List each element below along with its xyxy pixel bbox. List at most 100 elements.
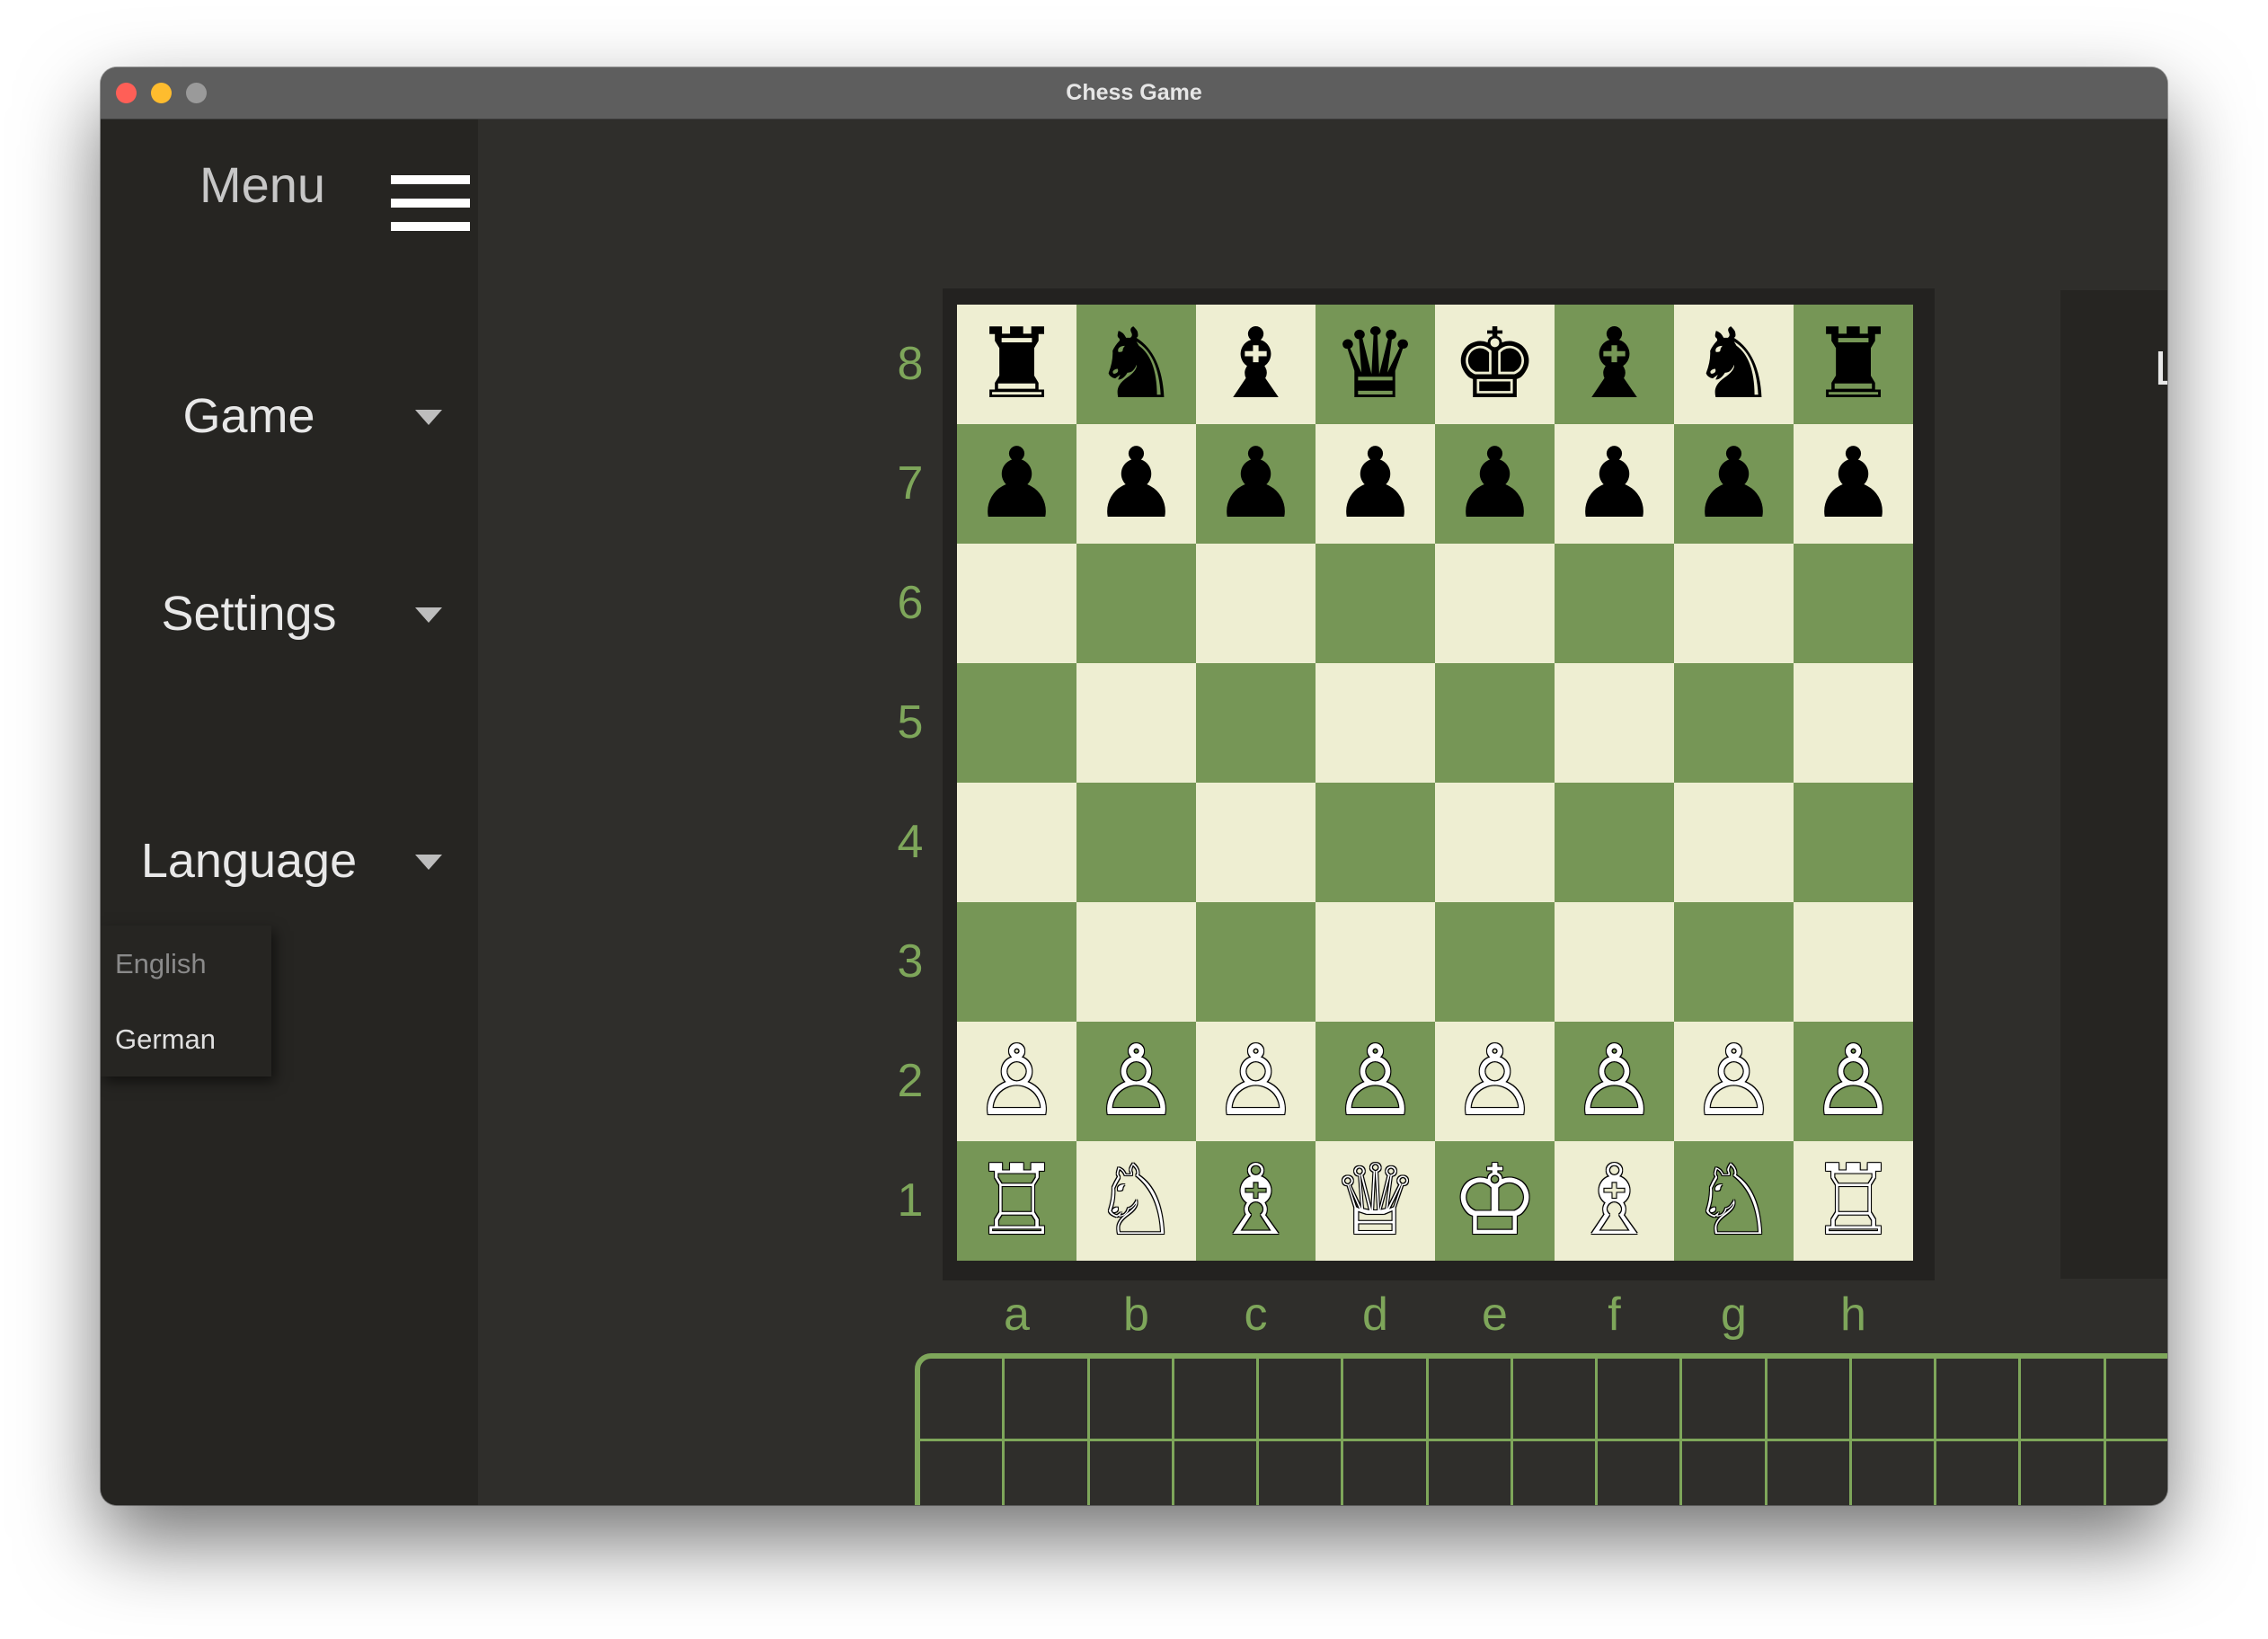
language-option-german[interactable]: German [115,1017,216,1062]
white-rook-icon[interactable]: ♖ [1810,1152,1897,1250]
square-g2[interactable]: ♙ [1674,1022,1794,1141]
hamburger-menu-icon[interactable] [391,175,470,244]
square-b5[interactable] [1076,663,1196,783]
square-a4[interactable] [957,783,1076,902]
black-pawn-icon[interactable]: ♟ [973,435,1060,533]
black-pawn-icon[interactable]: ♟ [1332,435,1419,533]
black-bishop-icon[interactable]: ♝ [1571,315,1658,413]
square-c3[interactable] [1196,902,1316,1022]
black-pawn-icon[interactable]: ♟ [1810,435,1897,533]
white-pawn-icon[interactable]: ♙ [1451,1032,1538,1130]
white-bishop-icon[interactable]: ♗ [1212,1152,1299,1250]
sidebar-item-language[interactable]: Language [101,820,478,901]
square-d5[interactable] [1316,663,1435,783]
sidebar-item-game[interactable]: Game [101,376,478,456]
black-queen-icon[interactable]: ♛ [1332,315,1419,413]
black-bishop-icon[interactable]: ♝ [1212,315,1299,413]
square-c6[interactable] [1196,544,1316,663]
square-h6[interactable] [1794,544,1913,663]
square-e4[interactable] [1435,783,1555,902]
square-d2[interactable]: ♙ [1316,1022,1435,1141]
square-c8[interactable]: ♝ [1196,305,1316,424]
white-pawn-icon[interactable]: ♙ [1571,1032,1658,1130]
square-b1[interactable]: ♘ [1076,1141,1196,1261]
square-c7[interactable]: ♟ [1196,424,1316,544]
square-b7[interactable]: ♟ [1076,424,1196,544]
square-f8[interactable]: ♝ [1555,305,1674,424]
square-h2[interactable]: ♙ [1794,1022,1913,1141]
square-d1[interactable]: ♕ [1316,1141,1435,1261]
square-b2[interactable]: ♙ [1076,1022,1196,1141]
white-pawn-icon[interactable]: ♙ [1332,1032,1419,1130]
square-c4[interactable] [1196,783,1316,902]
square-f7[interactable]: ♟ [1555,424,1674,544]
square-b8[interactable]: ♞ [1076,305,1196,424]
square-h5[interactable] [1794,663,1913,783]
square-g5[interactable] [1674,663,1794,783]
square-f5[interactable] [1555,663,1674,783]
black-knight-icon[interactable]: ♞ [1093,315,1180,413]
black-pawn-icon[interactable]: ♟ [1451,435,1538,533]
square-a2[interactable]: ♙ [957,1022,1076,1141]
white-king-icon[interactable]: ♔ [1451,1152,1538,1250]
square-e1[interactable]: ♔ [1435,1141,1555,1261]
square-c5[interactable] [1196,663,1316,783]
white-pawn-icon[interactable]: ♙ [1212,1032,1299,1130]
square-g3[interactable] [1674,902,1794,1022]
square-d7[interactable]: ♟ [1316,424,1435,544]
square-c1[interactable]: ♗ [1196,1141,1316,1261]
square-g1[interactable]: ♘ [1674,1141,1794,1261]
white-pawn-icon[interactable]: ♙ [1690,1032,1777,1130]
square-a7[interactable]: ♟ [957,424,1076,544]
white-pawn-icon[interactable]: ♙ [1093,1032,1180,1130]
black-knight-icon[interactable]: ♞ [1690,315,1777,413]
black-king-icon[interactable]: ♚ [1451,315,1538,413]
square-d8[interactable]: ♛ [1316,305,1435,424]
square-g6[interactable] [1674,544,1794,663]
square-b4[interactable] [1076,783,1196,902]
white-bishop-icon[interactable]: ♗ [1571,1152,1658,1250]
square-g8[interactable]: ♞ [1674,305,1794,424]
black-pawn-icon[interactable]: ♟ [1212,435,1299,533]
square-f2[interactable]: ♙ [1555,1022,1674,1141]
square-e5[interactable] [1435,663,1555,783]
square-c2[interactable]: ♙ [1196,1022,1316,1141]
square-e2[interactable]: ♙ [1435,1022,1555,1141]
square-e3[interactable] [1435,902,1555,1022]
white-knight-icon[interactable]: ♘ [1690,1152,1777,1250]
white-rook-icon[interactable]: ♖ [973,1152,1060,1250]
white-pawn-icon[interactable]: ♙ [1810,1032,1897,1130]
square-a5[interactable] [957,663,1076,783]
square-e6[interactable] [1435,544,1555,663]
black-rook-icon[interactable]: ♜ [1810,315,1897,413]
black-pawn-icon[interactable]: ♟ [1093,435,1180,533]
square-h7[interactable]: ♟ [1794,424,1913,544]
black-rook-icon[interactable]: ♜ [973,315,1060,413]
black-pawn-icon[interactable]: ♟ [1571,435,1658,533]
square-f6[interactable] [1555,544,1674,663]
square-f1[interactable]: ♗ [1555,1141,1674,1261]
square-b6[interactable] [1076,544,1196,663]
square-d4[interactable] [1316,783,1435,902]
square-h4[interactable] [1794,783,1913,902]
square-e7[interactable]: ♟ [1435,424,1555,544]
language-option-english[interactable]: English [115,942,207,987]
square-a6[interactable] [957,544,1076,663]
white-queen-icon[interactable]: ♕ [1332,1152,1419,1250]
square-e8[interactable]: ♚ [1435,305,1555,424]
square-h8[interactable]: ♜ [1794,305,1913,424]
square-a3[interactable] [957,902,1076,1022]
square-h3[interactable] [1794,902,1913,1022]
square-f3[interactable] [1555,902,1674,1022]
white-knight-icon[interactable]: ♘ [1093,1152,1180,1250]
black-pawn-icon[interactable]: ♟ [1690,435,1777,533]
square-a8[interactable]: ♜ [957,305,1076,424]
square-g4[interactable] [1674,783,1794,902]
square-g7[interactable]: ♟ [1674,424,1794,544]
white-pawn-icon[interactable]: ♙ [973,1032,1060,1130]
square-b3[interactable] [1076,902,1196,1022]
square-h1[interactable]: ♖ [1794,1141,1913,1261]
square-f4[interactable] [1555,783,1674,902]
square-d3[interactable] [1316,902,1435,1022]
square-d6[interactable] [1316,544,1435,663]
